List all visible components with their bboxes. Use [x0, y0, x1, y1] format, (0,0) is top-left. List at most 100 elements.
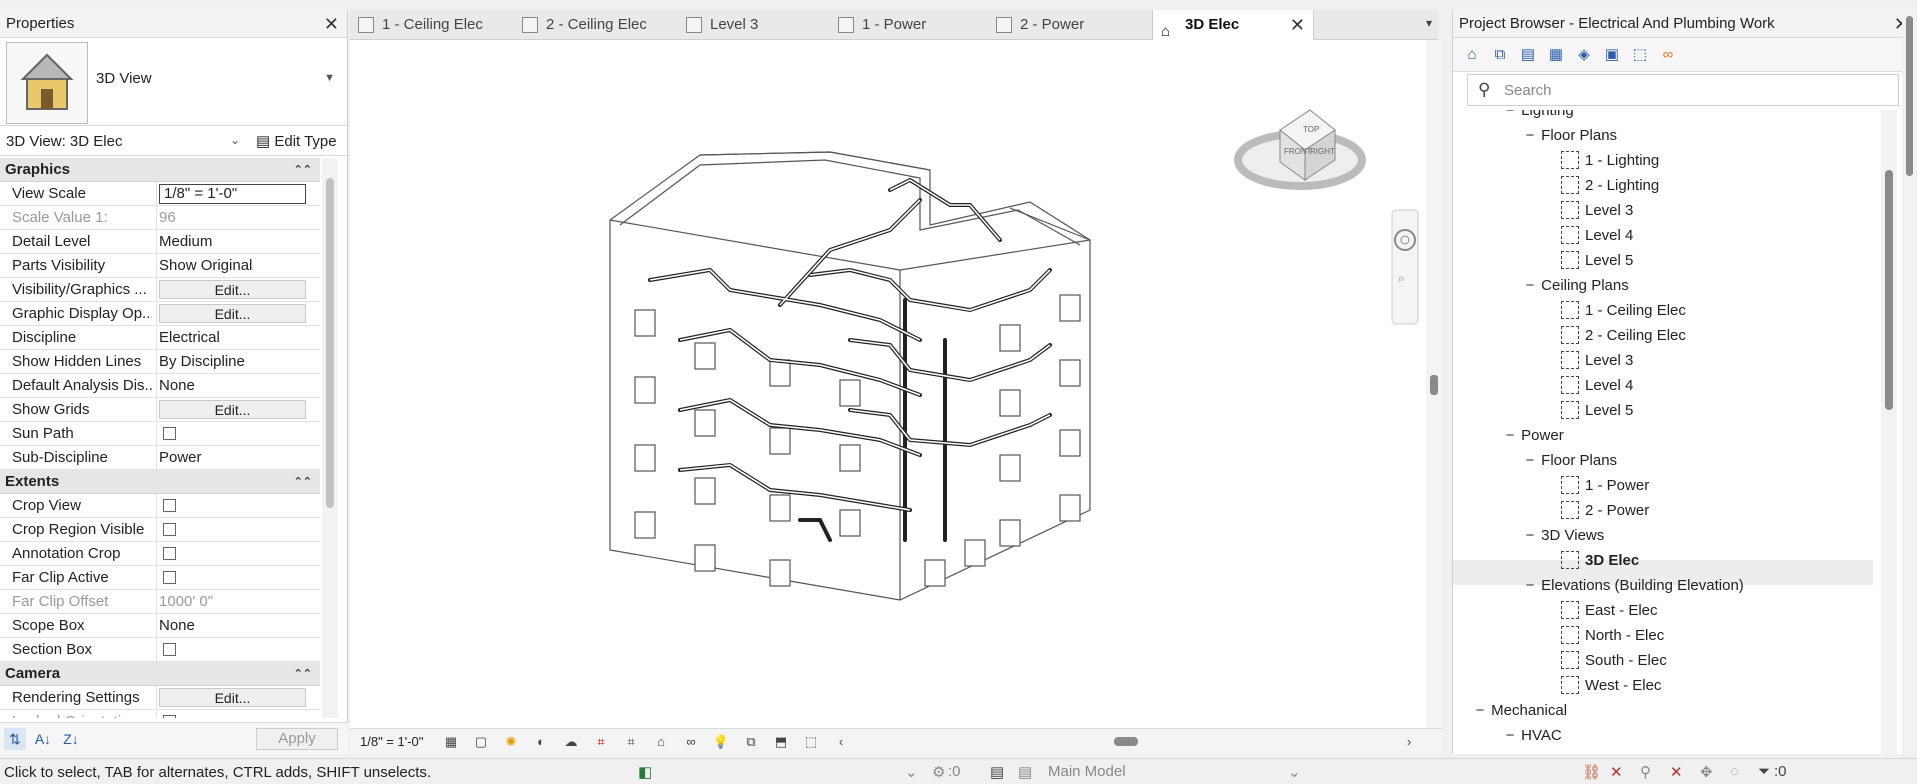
active-model[interactable]: Main Model	[1048, 763, 1126, 780]
prop-value[interactable]: Show Original	[156, 254, 306, 277]
chevron-down-icon[interactable]: ⌄	[1288, 763, 1301, 781]
tree-group-item[interactable]: − Power	[1503, 423, 1564, 448]
shadows-icon[interactable]: ◐	[532, 733, 550, 751]
tree-group-item[interactable]: − Elevations (Building Elevation)	[1523, 573, 1744, 598]
collapse-toggle-icon[interactable]: −	[1473, 698, 1487, 723]
filter-icon[interactable]: ⏷	[1758, 763, 1770, 780]
tab-3d-elec[interactable]: ⌂ 3D Elec ✕	[1152, 10, 1314, 40]
collapse-toggle-icon[interactable]: −	[1523, 573, 1537, 598]
background-process-icon[interactable]: ◌	[1730, 763, 1739, 780]
collapse-toggle-icon[interactable]: −	[1523, 523, 1537, 548]
tree-view-item[interactable]: 1 - Lighting	[1561, 148, 1659, 173]
prop-value[interactable]: Medium	[156, 230, 306, 253]
browser-scrollbar[interactable]	[1881, 110, 1897, 764]
collapse-icon[interactable]: ⌃⌃	[294, 470, 312, 494]
group-extents[interactable]: Extents ⌃⌃	[0, 470, 320, 494]
drag-elements-icon[interactable]: ✥	[1700, 763, 1713, 781]
chevron-down-icon[interactable]: ▼	[324, 72, 335, 84]
collapse-icon[interactable]: ⌃⌃	[294, 662, 312, 686]
outer-scrollbar[interactable]	[1902, 10, 1917, 754]
sun-path-checkbox[interactable]	[163, 427, 176, 440]
view-scale-input[interactable]: 1/8" = 1'-0"	[159, 184, 306, 204]
collapse-toggle-icon[interactable]: −	[1503, 723, 1517, 748]
collapse-toggle-icon[interactable]: −	[1503, 423, 1517, 448]
prop-value[interactable]: By Discipline	[156, 350, 306, 373]
select-pinned-icon[interactable]: ⚲	[1640, 763, 1651, 781]
tree-group-item[interactable]: − HVAC	[1503, 723, 1562, 748]
canvas-vertical-scrollbar[interactable]	[1426, 40, 1442, 730]
sort-categorized-icon[interactable]: ⇅	[4, 728, 26, 750]
edit-type-button[interactable]: ▤ Edit Type	[252, 130, 341, 152]
prop-value[interactable]: None	[156, 374, 306, 397]
drawing-canvas[interactable]: TOP FRONT RIGHT ⌕	[350, 40, 1432, 730]
sort-ascending-icon[interactable]: A↓	[32, 728, 54, 750]
tree-view-item[interactable]: Level 5	[1561, 398, 1633, 423]
edit-button[interactable]: Edit...	[159, 304, 306, 323]
collapse-toggle-icon[interactable]: −	[1503, 110, 1517, 123]
section-box-checkbox[interactable]	[163, 643, 176, 656]
tree-view-item[interactable]: 1 - Ceiling Elec	[1561, 298, 1686, 323]
workset-icon[interactable]: ⚙	[932, 763, 945, 781]
scroll-right-icon[interactable]: ›	[1400, 733, 1418, 751]
model-icon[interactable]: ▤	[990, 763, 1004, 781]
collapse-toggle-icon[interactable]: −	[1523, 273, 1537, 298]
tree-view-item[interactable]: Level 3	[1561, 198, 1633, 223]
horizontal-scrollbar-thumb[interactable]	[1114, 737, 1138, 746]
locked-orientation-checkbox[interactable]	[163, 715, 176, 718]
group-graphics[interactable]: Graphics ⌃⌃	[0, 158, 320, 182]
sort-descending-icon[interactable]: Z↓	[60, 728, 82, 750]
tree-view-item[interactable]: 1 - Power	[1561, 473, 1649, 498]
tree-view-item[interactable]: 2 - Lighting	[1561, 173, 1659, 198]
tab-level-3[interactable]: Level 3	[678, 10, 838, 40]
scrollbar-thumb[interactable]	[326, 178, 334, 508]
temporary-hide-icon[interactable]: ∞	[682, 733, 700, 751]
scrollbar-thumb[interactable]	[1430, 375, 1438, 395]
crop-view-checkbox[interactable]	[163, 499, 176, 512]
scrollbar-thumb[interactable]	[1885, 170, 1893, 410]
group-camera[interactable]: Camera ⌃⌃	[0, 662, 320, 686]
tree-group-item[interactable]: − 3D Views	[1523, 523, 1605, 548]
tree-view-item[interactable]: East - Elec	[1561, 598, 1658, 623]
select-by-face-icon[interactable]: ✕	[1670, 763, 1683, 781]
design-options-icon[interactable]: ◧	[638, 763, 652, 781]
instance-selector[interactable]: 3D View: 3D Elec	[6, 133, 246, 150]
tree-group-item[interactable]: − Floor Plans	[1523, 123, 1617, 148]
edit-button[interactable]: Edit...	[159, 280, 306, 299]
apply-button[interactable]: Apply	[256, 728, 338, 750]
annotation-crop-checkbox[interactable]	[163, 547, 176, 560]
highlight-displacement-icon[interactable]: ⬚	[802, 733, 820, 751]
tree-group-item[interactable]: − Lighting	[1503, 110, 1574, 123]
tree-group-item[interactable]: − Mechanical	[1473, 698, 1567, 723]
worksharing-icon[interactable]: ⧉	[742, 733, 760, 751]
tab-1-ceiling-elec[interactable]: 1 - Ceiling Elec	[350, 10, 510, 40]
tree-view-item[interactable]: Level 4	[1561, 223, 1633, 248]
scroll-left-icon[interactable]: ‹	[832, 733, 850, 751]
view-scale-selector[interactable]: 1/8" = 1'-0"	[360, 734, 423, 749]
select-links-icon[interactable]: ⛓	[1582, 763, 1601, 781]
tree-view-item[interactable]: 3D Elec	[1561, 548, 1639, 573]
collapse-toggle-icon[interactable]: −	[1523, 448, 1537, 473]
tree-view-item[interactable]: Level 3	[1561, 348, 1633, 373]
type-selector[interactable]: 3D View ▼	[0, 38, 347, 126]
building-3d-model[interactable]: TOP FRONT RIGHT ⌕	[350, 40, 1426, 730]
chevron-down-icon[interactable]: ⌄	[905, 763, 918, 781]
analytical-model-icon[interactable]: ⬒	[772, 733, 790, 751]
collapse-toggle-icon[interactable]: −	[1523, 123, 1537, 148]
tree-group-item[interactable]: − Floor Plans	[1523, 448, 1617, 473]
tab-2-power[interactable]: 2 - Power	[988, 10, 1148, 40]
prop-value[interactable]: Electrical	[156, 326, 306, 349]
unlocked-3d-view-icon[interactable]: ⌂	[652, 733, 670, 751]
chevron-down-icon[interactable]: ⌄	[230, 133, 240, 147]
close-tab-icon[interactable]: ✕	[1290, 10, 1305, 40]
reveal-hidden-icon[interactable]: 💡	[712, 733, 730, 751]
groups-icon[interactable]: ▣	[1601, 44, 1623, 66]
detail-level-icon[interactable]: ▦	[442, 733, 460, 751]
properties-scrollbar[interactable]	[322, 158, 338, 718]
tree-view-item[interactable]: Level 4	[1561, 373, 1633, 398]
tab-1-power[interactable]: 1 - Power	[830, 10, 990, 40]
tab-list-icon[interactable]: ▾	[1426, 16, 1432, 30]
select-underlay-icon[interactable]: ✕	[1610, 763, 1623, 781]
browser-search-field[interactable]: ⚲ Search	[1467, 74, 1899, 106]
far-clip-checkbox[interactable]	[163, 571, 176, 584]
crop-view-icon[interactable]: ⌗	[592, 733, 610, 751]
